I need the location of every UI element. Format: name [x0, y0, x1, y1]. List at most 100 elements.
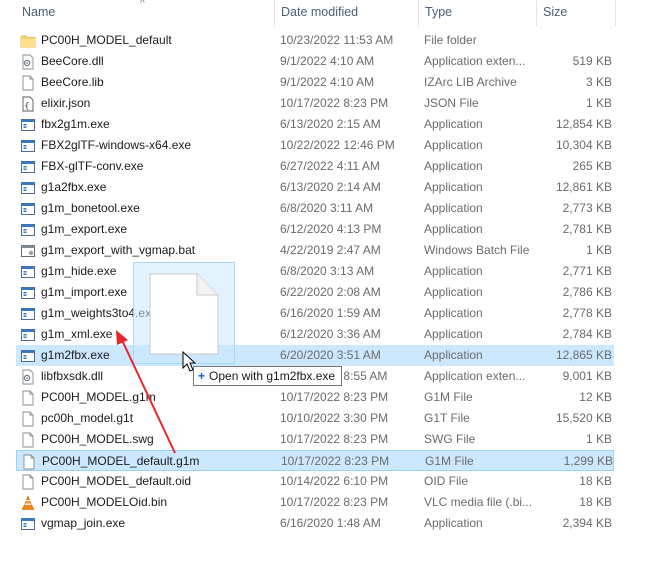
file-type: Application — [424, 117, 483, 131]
file-type: Application — [424, 285, 483, 299]
column-divider[interactable] — [615, 0, 616, 26]
file-type: G1T File — [424, 411, 470, 425]
file-type: Application — [424, 222, 483, 236]
file-row[interactable]: FBX-glTF-conv.exe 6/27/2022 4:11 AM Applic… — [16, 156, 614, 177]
file-name: PC00H_MODEL_default — [41, 33, 172, 47]
file-name: BeeCore.dll — [41, 54, 104, 68]
file-row[interactable]: g1m_weights3to4.exe 6/16/2020 1:59 AM Appl… — [16, 303, 614, 324]
file-size: 12 KB — [579, 390, 612, 404]
file-row[interactable]: vgmap_join.exe 6/16/2020 1:48 AM Applicati… — [16, 513, 614, 534]
file-row[interactable]: BeeCore.dll 9/1/2022 4:10 AM Application e… — [16, 51, 614, 72]
file-type: Application — [424, 159, 483, 173]
file-size: 1 KB — [585, 432, 612, 446]
exe-icon — [20, 180, 36, 196]
exe-icon — [20, 327, 36, 343]
file-type: Application — [424, 348, 483, 362]
file-size: 2,773 KB — [562, 201, 612, 215]
file-date-modified: 9/1/2022 4:10 AM — [280, 54, 375, 68]
file-size — [536, 30, 612, 51]
exe-icon — [20, 138, 36, 154]
file-row[interactable]: PC00H_MODEL.swg 10/17/2022 8:23 PM SWG Fil… — [16, 429, 614, 450]
dragged-file-icon — [149, 273, 219, 355]
file-name: BeeCore.lib — [41, 75, 104, 89]
file-size: 2,786 KB — [562, 285, 612, 299]
column-header-size[interactable]: Size — [537, 0, 615, 26]
file-name: pc00h_model.g1t — [41, 411, 134, 425]
file-row[interactable]: PC00H_MODEL_default.g1m 10/17/2022 8:23 P… — [16, 450, 614, 471]
file-name: PC00H_MODEL_default.oid — [41, 474, 192, 488]
column-header-type[interactable]: Type — [419, 0, 536, 26]
file-row[interactable]: FBX2glTF-windows-x64.exe 10/22/2022 12:46… — [16, 135, 614, 156]
file-row[interactable]: {elixir.json 10/17/2022 8:23 PM JSON File 1… — [16, 93, 614, 114]
file-row[interactable]: g1m_export.exe 6/12/2020 4:13 PM Applicati… — [16, 219, 614, 240]
dll-icon — [20, 369, 36, 385]
file-type: File folder — [424, 33, 477, 47]
file-name: fbx2g1m.exe — [41, 117, 110, 131]
file-row[interactable]: g1a2fbx.exe 6/13/2020 2:14 AM Application 1… — [16, 177, 614, 198]
file-row[interactable]: g1m_export_with_vgmap.bat 4/22/2019 2:47 … — [16, 240, 614, 261]
file-date-modified: 10/14/2022 6:10 PM — [280, 474, 389, 488]
exe-icon — [20, 348, 36, 364]
file-row[interactable]: g1m_import.exe 6/22/2020 2:08 AM Applicati… — [16, 282, 614, 303]
file-type: VLC media file (.bi... — [424, 495, 533, 509]
file-date-modified: 10/17/2022 8:23 PM — [280, 390, 389, 404]
file-size: 2,784 KB — [562, 327, 612, 341]
exe-icon — [20, 222, 36, 238]
file-type: Application — [424, 327, 483, 341]
file-row[interactable]: g1m_bonetool.exe 6/8/2020 3:11 AM Applicat… — [16, 198, 614, 219]
file-size: 2,778 KB — [562, 306, 612, 320]
file-row[interactable]: BeeCore.lib 9/1/2022 4:10 AM IZArc LIB Arc… — [16, 72, 614, 93]
file-size: 12,865 KB — [555, 348, 612, 362]
bat-icon — [20, 243, 36, 259]
svg-text:{: { — [25, 101, 30, 110]
file-type: Application — [424, 264, 483, 278]
file-date-modified: 10/10/2022 3:30 PM — [280, 411, 389, 425]
file-type: G1M File — [425, 454, 474, 468]
file-row[interactable]: pc00h_model.g1t 10/10/2022 3:30 PM G1T Fil… — [16, 408, 614, 429]
column-header-date[interactable]: Date modified — [275, 0, 418, 26]
file-date-modified: 10/22/2022 12:46 PM — [280, 138, 395, 152]
file-size: 18 KB — [579, 474, 612, 488]
file-type: Application — [424, 138, 483, 152]
file-row[interactable]: g1m_hide.exe 6/8/2020 3:13 AM Application 2… — [16, 261, 614, 282]
file-size: 519 KB — [572, 54, 612, 68]
file-type: IZArc LIB Archive — [424, 75, 517, 89]
drop-tooltip: + Open with g1m2fbx.exe — [193, 366, 343, 386]
column-header-name[interactable]: Name — [16, 0, 274, 26]
file-name: PC00H_MODEL_default.g1m — [42, 454, 200, 468]
file-row[interactable]: g1m_xml.exe 6/12/2020 3:36 AM Application 2… — [16, 324, 614, 345]
file-size: 18 KB — [579, 495, 612, 509]
json-icon: { — [20, 96, 36, 112]
file-type: Application — [424, 201, 483, 215]
file-size: 12,861 KB — [555, 180, 612, 194]
exe-icon — [20, 285, 36, 301]
file-date-modified: 6/13/2020 2:14 AM — [280, 180, 381, 194]
file-row[interactable]: g1m2fbx.exe 6/20/2020 3:51 AM Application 1… — [16, 345, 614, 366]
file-date-modified: 10/17/2022 8:23 PM — [281, 454, 390, 468]
file-row[interactable]: PC00H_MODEL.g1m 10/17/2022 8:23 PM G1M Fil… — [16, 387, 614, 408]
file-date-modified: 6/12/2020 4:13 PM — [280, 222, 382, 236]
file-row[interactable]: PC00H_MODEL_default.oid 10/14/2022 6:10 P… — [16, 471, 614, 492]
file-row[interactable]: PC00H_MODELOid.bin 10/17/2022 8:23 PM VLC … — [16, 492, 614, 513]
file-name: PC00H_MODEL.g1m — [41, 390, 156, 404]
file-date-modified: 6/16/2020 1:48 AM — [280, 516, 381, 530]
exe-icon — [20, 117, 36, 133]
file-size: 10,304 KB — [555, 138, 612, 152]
file-type: OID File — [424, 474, 469, 488]
file-date-modified: 10/17/2022 8:23 PM — [280, 96, 389, 110]
file-size: 9,001 KB — [562, 369, 612, 383]
sort-caret-icon: ^ — [140, 0, 145, 9]
file-name: g1m_export_with_vgmap.bat — [41, 243, 196, 257]
exe-icon — [20, 201, 36, 217]
file-row[interactable]: fbx2g1m.exe 6/13/2020 2:15 AM Application 1… — [16, 114, 614, 135]
file-date-modified: 10/23/2022 11:53 AM — [280, 33, 394, 47]
file-size: 1 KB — [585, 96, 612, 110]
column-header-bar: Name ^ Date modified Type Size — [0, 0, 645, 26]
file-icon — [21, 454, 37, 470]
file-type: Application exten... — [424, 369, 526, 383]
file-row[interactable]: PC00H_MODEL_default 10/23/2022 11:53 AM Fi… — [16, 30, 614, 51]
file-name: PC00H_MODELOid.bin — [41, 495, 168, 509]
file-date-modified: 6/20/2020 3:51 AM — [280, 348, 381, 362]
file-date-modified: 4/22/2019 2:47 AM — [280, 243, 381, 257]
file-date-modified: 6/8/2020 3:13 AM — [280, 264, 375, 278]
